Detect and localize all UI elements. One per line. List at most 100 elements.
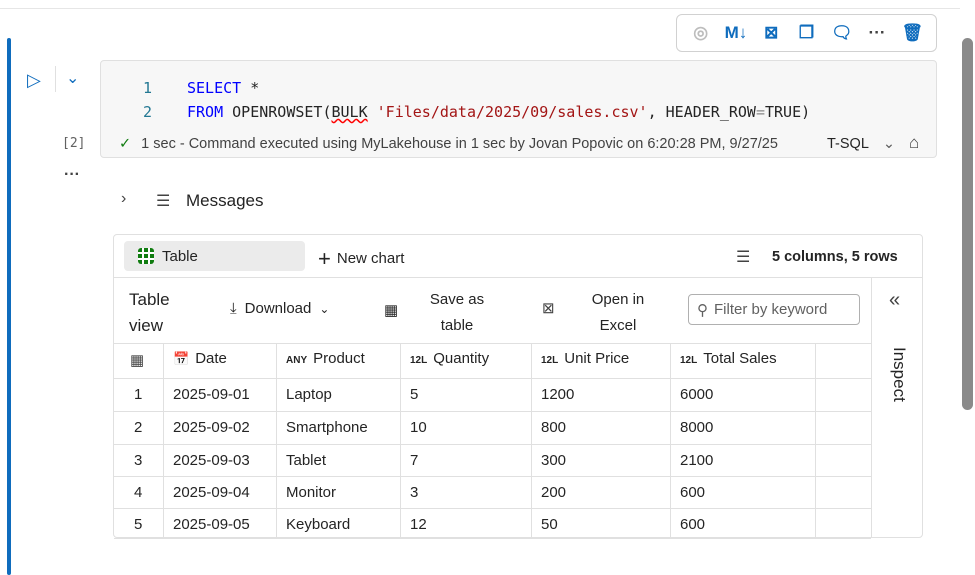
row-divider (114, 444, 871, 445)
table-cell[interactable]: 8000 (680, 419, 713, 436)
filter-input[interactable]: ⚲ Filter by keyword (688, 294, 860, 325)
inspect-tab[interactable]: Inspect (889, 347, 909, 402)
add-comment-icon[interactable]: 🗨 (828, 23, 856, 43)
clear-output-icon[interactable]: ⊠ (757, 23, 785, 43)
table-cell[interactable]: 7 (410, 452, 418, 469)
column-header-quantity[interactable]: 12L Quantity (410, 350, 489, 367)
delete-icon[interactable]: 🗑 (898, 23, 926, 43)
row-number[interactable]: 2 (134, 419, 142, 436)
row-divider (114, 538, 871, 539)
table-cell[interactable]: 3 (410, 484, 418, 501)
run-icon[interactable]: ▷ (27, 70, 41, 91)
tab-table[interactable]: Table (124, 241, 305, 271)
column-header-unit-price[interactable]: 12L Unit Price (541, 350, 629, 367)
save-label: table (440, 317, 474, 334)
filter-placeholder: Filter by keyword (714, 301, 828, 318)
table-cell[interactable]: 2025-09-05 (173, 516, 250, 533)
messages-toggle[interactable]: Messages (186, 191, 263, 211)
column-header-total-sales[interactable]: 12L Total Sales (680, 350, 777, 367)
code-text: OPENROWSET( (232, 103, 332, 121)
execution-status: ✓ 1 sec - Command executed using MyLakeho… (119, 136, 778, 152)
code-text: BULK (331, 103, 368, 121)
code-line-1[interactable]: SELECT * (187, 79, 259, 97)
table-cell[interactable]: 2025-09-01 (173, 386, 250, 403)
more-icon[interactable]: ··· (863, 23, 891, 43)
column-name: Product (313, 350, 365, 367)
download-button[interactable]: ⤓ Download ⌄ (230, 300, 329, 317)
language-label: T-SQL (827, 136, 869, 152)
table-cell[interactable]: 2025-09-02 (173, 419, 250, 436)
column-divider (276, 343, 277, 538)
row-number[interactable]: 1 (134, 386, 142, 403)
code-text: TRUE) (765, 103, 811, 121)
filter-lines-icon: ☰ (736, 249, 751, 266)
collapse-icon[interactable]: « (889, 289, 900, 312)
code-text: , HEADER_ROW (647, 103, 756, 121)
copilot-icon[interactable]: ◎ (687, 23, 715, 43)
new-chart-button[interactable]: + New chart (318, 246, 404, 272)
string-literal: 'Files/data/2025/09/sales.csv' (376, 103, 648, 121)
save-as-table-button[interactable]: Save as table (414, 287, 500, 339)
code-line-2[interactable]: FROM OPENROWSET(BULK 'Files/data/2025/09… (187, 103, 810, 121)
column-divider (163, 343, 164, 538)
table-cell[interactable]: 12 (410, 516, 427, 533)
row-number[interactable]: 5 (134, 516, 142, 533)
markdown-button[interactable]: M↓ (722, 23, 750, 43)
select-all-grid-icon[interactable]: ▦ (130, 351, 144, 369)
cell-toolbar: ◎ M↓ ⊠ ❐ 🗨 ··· 🗑 (676, 14, 937, 52)
lakehouse-icon[interactable]: ⌂ (909, 133, 919, 153)
line-number: 2 (143, 103, 153, 121)
operator: = (755, 103, 765, 121)
column-header-date[interactable]: 📅 Date (173, 350, 227, 367)
status-message: - Command executed using MyLakehouse in … (175, 136, 778, 152)
code-cell[interactable]: 1 SELECT * 2 FROM OPENROWSET(BULK 'Files… (100, 60, 937, 158)
table-cell[interactable]: 200 (541, 484, 566, 501)
row-divider (114, 378, 871, 379)
table-cell[interactable]: 1200 (541, 386, 574, 403)
table-view-title: Table view (129, 287, 170, 339)
result-summary: 5 columns, 5 rows (772, 249, 898, 265)
table-cell[interactable]: 5 (410, 386, 418, 403)
cell-more-button[interactable]: ··· (64, 166, 80, 184)
table-cell[interactable]: 50 (541, 516, 558, 533)
code-text: * (241, 79, 260, 97)
table-cell[interactable]: Keyboard (286, 516, 350, 533)
check-icon: ✓ (119, 136, 132, 152)
scrollbar[interactable] (962, 38, 973, 410)
tab-label: Table (162, 247, 198, 265)
chevron-down-icon[interactable]: ⌄ (66, 68, 79, 88)
open-in-excel-button[interactable]: Open in Excel (578, 287, 658, 339)
divider (0, 8, 960, 9)
row-divider (114, 411, 871, 412)
keyword: SELECT (187, 79, 242, 97)
table-cell[interactable]: 10 (410, 419, 427, 436)
duplicate-icon[interactable]: ❐ (792, 23, 820, 43)
table-cell[interactable]: Laptop (286, 386, 332, 403)
row-divider (114, 343, 871, 344)
table-cell[interactable]: 2025-09-03 (173, 452, 250, 469)
chevron-right-icon[interactable]: › (121, 190, 126, 208)
table-cell[interactable]: 600 (680, 516, 705, 533)
table-cell[interactable]: 2100 (680, 452, 713, 469)
table-cell[interactable]: Monitor (286, 484, 336, 501)
table-cell[interactable]: 6000 (680, 386, 713, 403)
column-name: Unit Price (564, 350, 630, 367)
type-badge: 12L (410, 355, 428, 366)
table-cell[interactable]: Smartphone (286, 419, 368, 436)
table-cell[interactable]: Tablet (286, 452, 326, 469)
row-number[interactable]: 3 (134, 452, 142, 469)
line-number: 1 (143, 79, 153, 97)
column-header-product[interactable]: ANY Product (286, 350, 365, 367)
column-divider (531, 343, 532, 538)
row-number[interactable]: 4 (134, 484, 142, 501)
row-divider (114, 476, 871, 477)
type-badge: ANY (286, 355, 308, 366)
table-cell[interactable]: 300 (541, 452, 566, 469)
table-cell[interactable]: 800 (541, 419, 566, 436)
open-label: Excel (599, 317, 637, 334)
title-line: view (129, 316, 164, 335)
table-cell[interactable]: 2025-09-04 (173, 484, 250, 501)
language-selector[interactable]: T-SQL ⌄ (827, 136, 895, 152)
table-cell[interactable]: 600 (680, 484, 705, 501)
divider (114, 277, 922, 278)
